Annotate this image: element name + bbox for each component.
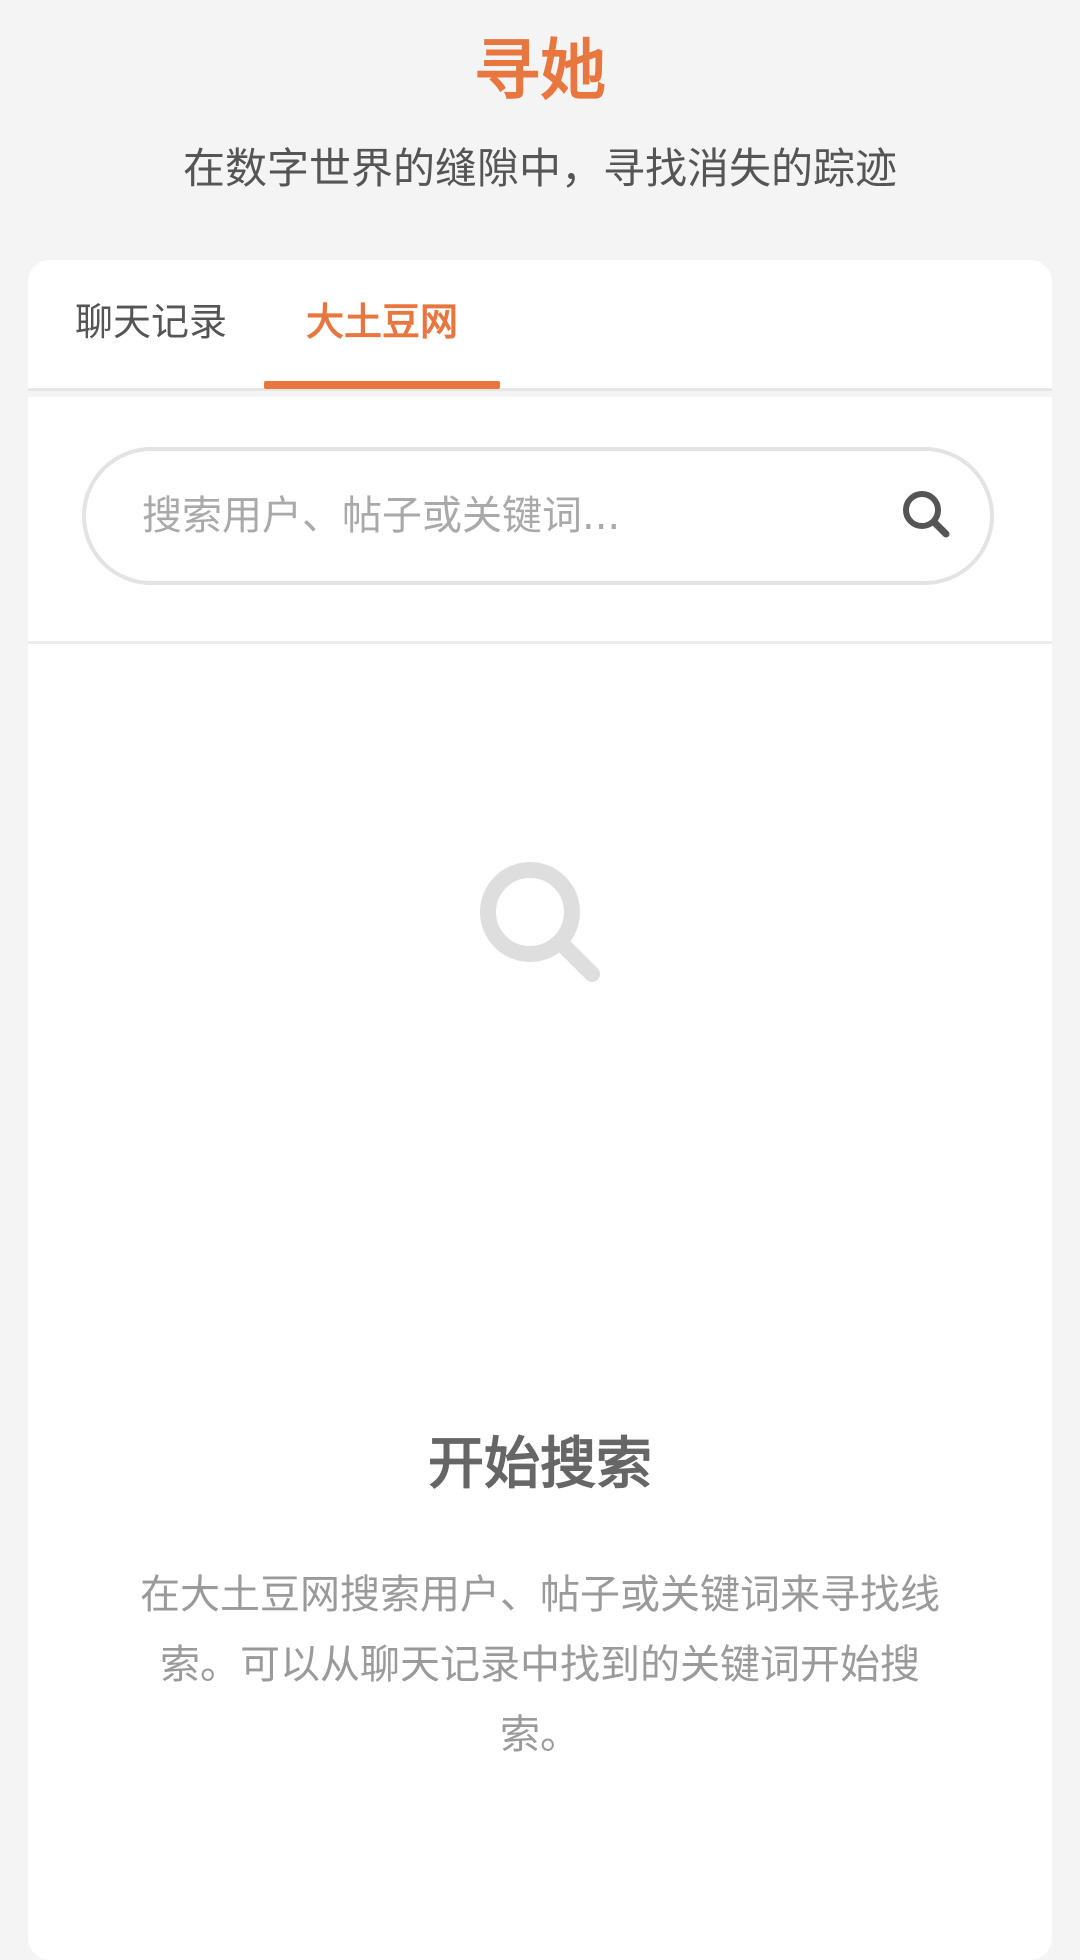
active-tab-indicator — [264, 381, 500, 389]
tab-chat-records[interactable]: 聊天记录 — [52, 260, 250, 388]
empty-state-title: 开始搜索 — [428, 1432, 652, 1497]
tab-datudou-net[interactable]: 大土豆网 — [264, 260, 500, 388]
search-button[interactable] — [888, 476, 968, 556]
app-title: 寻她 — [474, 32, 606, 109]
search-icon — [480, 862, 600, 982]
tab-bar: 聊天记录 大土豆网 — [28, 260, 1052, 391]
main-card: 聊天记录 大土豆网 开始搜索 在大土豆网搜索用户、帖子或关键词来寻找线索。可以从… — [28, 260, 1052, 1960]
search-input[interactable] — [142, 451, 862, 581]
empty-state-description: 在大土豆网搜索用户、帖子或关键词来寻找线索。可以从聊天记录中找到的关键词开始搜索… — [140, 1572, 940, 1758]
search-box — [82, 447, 994, 585]
app-subtitle: 在数字世界的缝隙中，寻找消失的踪迹 — [182, 144, 897, 193]
search-icon — [903, 491, 950, 538]
